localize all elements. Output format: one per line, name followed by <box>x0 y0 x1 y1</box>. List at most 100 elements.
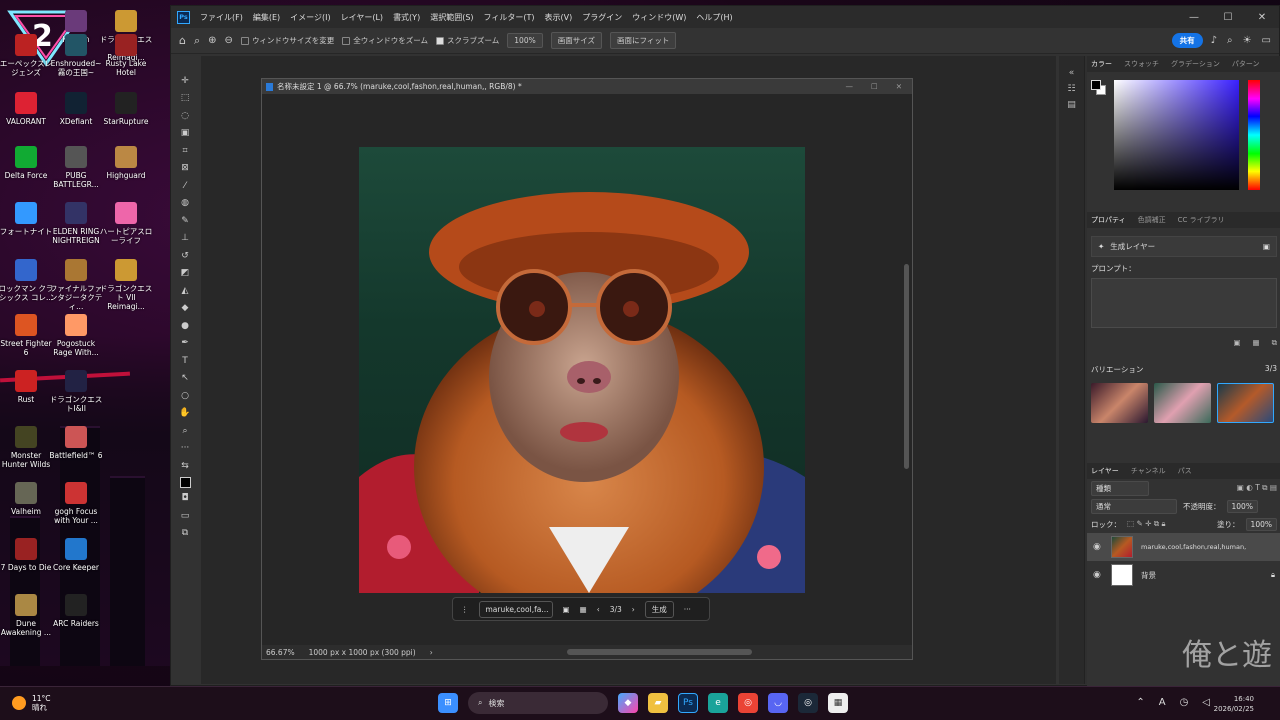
workspace-icon[interactable]: ▭ <box>1262 35 1271 46</box>
hue-slider[interactable] <box>1248 80 1260 190</box>
vertical-scrollbar[interactable] <box>904 264 909 469</box>
effects-icon[interactable]: ▦ <box>1253 338 1260 348</box>
layer-row[interactable]: ◉ maruke,cool,fashon,real,human, <box>1087 533 1280 561</box>
generate-small-icon[interactable]: ⧉ <box>1272 338 1277 348</box>
desktop-icon[interactable]: ELDEN RING NIGHTREIGN <box>48 202 104 245</box>
tab-channels[interactable]: チャンネル <box>1131 466 1166 476</box>
copilot-icon[interactable]: ◆ <box>618 693 638 713</box>
network-icon[interactable]: ◷ <box>1180 697 1189 708</box>
desktop-icon[interactable]: エーペックスレジェンズ <box>0 34 54 77</box>
tab-cc-libraries[interactable]: CC ライブラリ <box>1178 215 1225 225</box>
next-variation-icon[interactable]: › <box>632 605 635 614</box>
comments-panel-icon[interactable]: ▤ <box>1067 100 1076 110</box>
home-icon[interactable]: ⌂ <box>179 34 186 47</box>
scrubby-zoom-checkbox[interactable]: スクラブズーム <box>436 35 499 46</box>
crop-tool-icon[interactable]: ⌗ <box>178 144 192 158</box>
fill-input[interactable]: 100% <box>1245 517 1277 531</box>
taskbar-search[interactable]: ⌕ 検索 <box>468 692 608 714</box>
stamp-tool-icon[interactable]: ⊥ <box>178 232 192 246</box>
desktop-icon[interactable]: ARC Raiders <box>48 594 104 628</box>
chevron-up-icon[interactable]: ⌃ <box>1136 697 1144 708</box>
desktop-icon[interactable]: Monster Hunter Wilds <box>0 426 54 469</box>
desktop-icon[interactable]: Highguard <box>98 146 154 180</box>
desktop-icon[interactable]: Core Keeper <box>48 538 104 572</box>
reference-image-icon[interactable]: ▣ <box>1233 338 1240 348</box>
opacity-input[interactable]: 100% <box>1226 499 1258 513</box>
generate-button[interactable]: 生成 <box>644 600 674 618</box>
zoom-tool-icon[interactable]: ⌕ <box>178 424 192 438</box>
menu-window[interactable]: ウィンドウ(W) <box>632 12 686 23</box>
shape-tool-icon[interactable]: ○ <box>178 389 192 403</box>
edge-icon[interactable]: e <box>708 693 728 713</box>
visibility-eye-icon[interactable]: ◉ <box>1093 570 1103 580</box>
type-tool-icon[interactable]: T <box>178 354 192 368</box>
lasso-tool-icon[interactable]: ◌ <box>178 109 192 123</box>
frame-tool-icon[interactable]: ⊠ <box>178 162 192 176</box>
desktop-icon[interactable]: ロックマン クラシックス コレ... <box>0 259 54 302</box>
lock-icons[interactable]: ⬚ ✎ ✛ ⧉ 🔒︎ <box>1127 519 1166 529</box>
blend-mode-select[interactable]: 通常 <box>1091 498 1177 514</box>
zoom-tool-icon[interactable]: ⌕ <box>194 34 200 48</box>
tab-patterns[interactable]: パターン <box>1232 59 1260 69</box>
desktop-icon[interactable]: Rusty Lake Hotel <box>98 34 154 77</box>
minimize-icon[interactable]: — <box>1177 6 1211 28</box>
tab-swatches[interactable]: スウォッチ <box>1124 59 1159 69</box>
close-icon[interactable]: ✕ <box>1245 6 1279 28</box>
zoom-all-checkbox[interactable]: 全ウィンドウをズーム <box>342 35 428 46</box>
chrome-icon[interactable]: ◎ <box>738 693 758 713</box>
tab-properties[interactable]: プロパティ <box>1091 215 1126 225</box>
swap-colors-icon[interactable]: ⇆ <box>178 459 192 473</box>
image-icon[interactable]: ▣ <box>563 605 570 614</box>
menu-layer[interactable]: レイヤー(L) <box>341 12 383 23</box>
desktop-icon[interactable]: Pogostuck Rage With... <box>48 314 104 357</box>
share-button[interactable]: 共有 <box>1171 33 1203 48</box>
doc-maximize-icon[interactable]: ☐ <box>871 82 878 91</box>
object-select-tool-icon[interactable]: ▣ <box>178 127 192 141</box>
desktop-icon[interactable]: ドラゴンクエストI&II <box>48 370 104 413</box>
blur-tool-icon[interactable]: ◆ <box>178 302 192 316</box>
desktop-icon[interactable]: フォートナイト <box>0 202 54 236</box>
desktop-icon[interactable]: Delta Force <box>0 146 54 180</box>
clock[interactable]: 16:40 2026/02/25 <box>1214 694 1254 714</box>
desktop-icon[interactable]: StarRupture <box>98 92 154 126</box>
history-brush-icon[interactable]: ↺ <box>178 249 192 263</box>
menu-plugins[interactable]: プラグイン <box>582 12 622 23</box>
variation-thumbnail[interactable] <box>1091 383 1148 423</box>
doc-close-icon[interactable]: ✕ <box>896 82 902 91</box>
menu-filter[interactable]: フィルター(T) <box>484 12 535 23</box>
menu-type[interactable]: 書式(Y) <box>393 12 420 23</box>
tab-gradients[interactable]: グラデーション <box>1171 59 1220 69</box>
desktop-icon[interactable]: 7 Days to Die <box>0 538 54 572</box>
image-canvas[interactable] <box>359 147 805 593</box>
doc-minimize-icon[interactable]: — <box>845 82 853 91</box>
menu-edit[interactable]: 編集(E) <box>253 12 280 23</box>
search-icon[interactable]: ⌕ <box>1227 35 1233 46</box>
layer-row[interactable]: ◉ 背景 🔒︎ <box>1087 561 1280 589</box>
tab-paths[interactable]: パス <box>1178 466 1192 476</box>
status-arrow-icon[interactable]: › <box>430 648 433 657</box>
fill-screen-button[interactable]: 画面にフィット <box>610 32 677 49</box>
path-select-icon[interactable]: ↖ <box>178 372 192 386</box>
variations-grid-icon[interactable]: ▦ <box>580 605 587 614</box>
menu-file[interactable]: ファイル(F) <box>200 12 243 23</box>
dodge-tool-icon[interactable]: ● <box>178 319 192 333</box>
photoshop-taskbar-icon[interactable]: Ps <box>678 693 698 713</box>
desktop-icon[interactable]: VALORANT <box>0 92 54 126</box>
generative-prompt-input[interactable]: maruke,cool,fa... <box>478 600 553 618</box>
eraser-tool-icon[interactable]: ◩ <box>178 267 192 281</box>
zoom-out-icon[interactable]: ⊖ <box>225 35 233 46</box>
desktop-icon[interactable]: Rust <box>0 370 54 404</box>
menu-help[interactable]: ヘルプ(H) <box>696 12 732 23</box>
prev-variation-icon[interactable]: ‹ <box>597 605 600 614</box>
horizontal-scrollbar[interactable] <box>567 649 752 655</box>
menu-image[interactable]: イメージ(I) <box>290 12 330 23</box>
desktop-icon[interactable]: PUBG BATTLEGR... <box>48 146 104 189</box>
more-tools-icon[interactable]: ··· <box>178 442 192 456</box>
zoom-level[interactable]: 66.67% <box>266 648 295 657</box>
pen-tool-icon[interactable]: ✒ <box>178 337 192 351</box>
panel-expand-icon[interactable]: « <box>1069 68 1075 78</box>
variation-thumbnail[interactable] <box>1217 383 1274 423</box>
file-explorer-icon[interactable]: ▰ <box>648 693 668 713</box>
ime-icon[interactable]: A <box>1159 697 1166 708</box>
light-icon[interactable]: ☀ <box>1243 35 1252 46</box>
